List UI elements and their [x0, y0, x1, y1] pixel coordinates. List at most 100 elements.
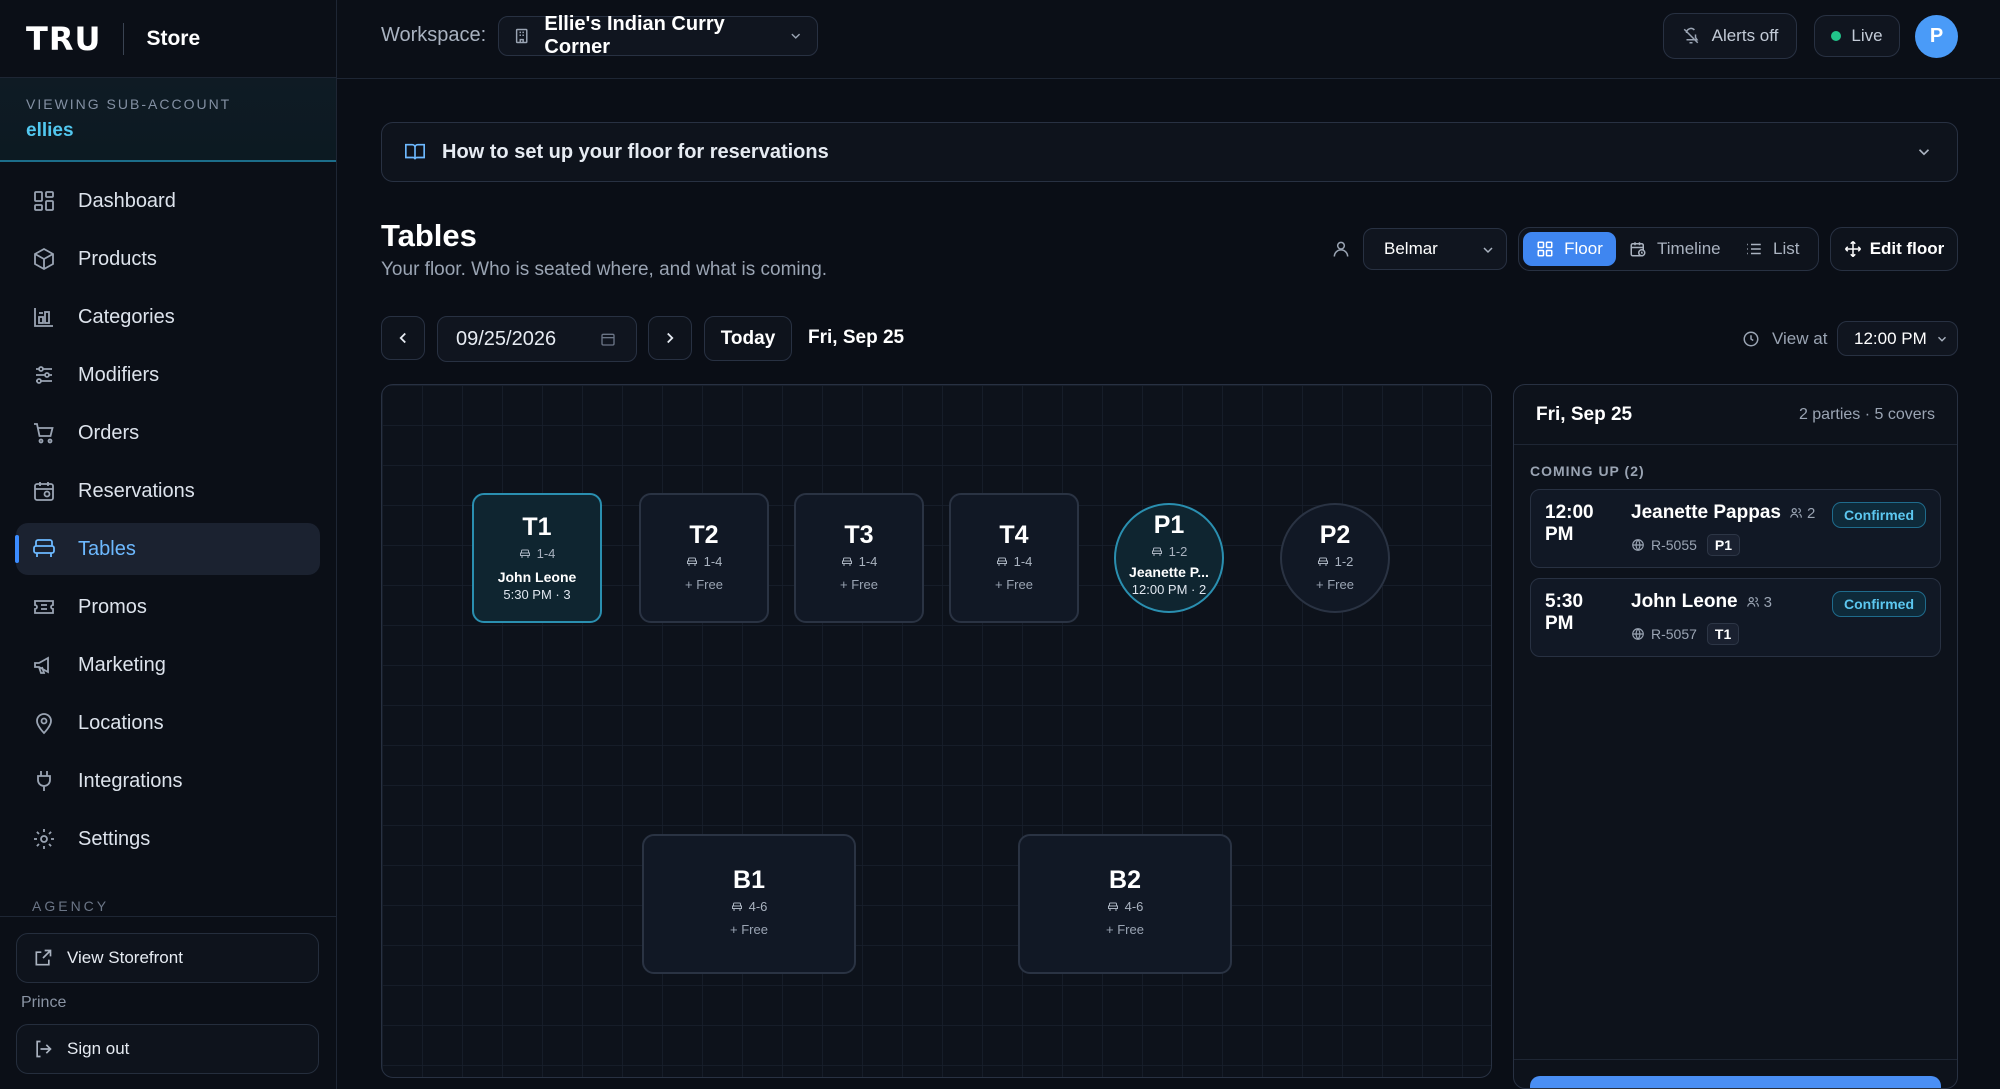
tab-list[interactable]: List — [1745, 232, 1811, 266]
seat-icon — [996, 557, 1007, 566]
calendar-icon — [34, 482, 54, 501]
guest-name: Jeanette P... — [1129, 564, 1209, 580]
box-icon — [34, 247, 54, 271]
tab-floor[interactable]: Floor — [1523, 232, 1616, 266]
sidebar-item-reservations[interactable]: Reservations — [16, 465, 320, 517]
sidebar-item-products[interactable]: Products — [16, 233, 320, 285]
live-label: Live — [1851, 26, 1883, 45]
workspace-label: Workspace: — [381, 24, 487, 46]
dashboard-icon — [34, 191, 54, 211]
grid-icon — [1537, 241, 1553, 257]
sidebar-item-label: Dashboard — [78, 189, 176, 212]
date-value: 09/25/2026 — [456, 327, 557, 350]
table-capacity: 4-6 — [1020, 899, 1230, 914]
prev-day-button[interactable] — [381, 316, 425, 360]
sidebar-item-modifiers[interactable]: Modifiers — [16, 349, 320, 401]
categories-icon — [34, 308, 53, 327]
table-name: T3 — [844, 521, 874, 549]
sidebar-item-label: Tables — [78, 537, 136, 560]
reservation-card[interactable]: 12:00 PM Jeanette Pappas 2 R-5055 P1 Con… — [1530, 489, 1941, 568]
floor-canvas[interactable]: T1 1-4 John Leone 5:30 PM · 3 T2 1-4 + F… — [381, 384, 1492, 1078]
guide-title: How to set up your floor for reservation… — [442, 140, 829, 163]
view-storefront-button[interactable]: View Storefront — [16, 933, 319, 983]
reservation-ref-row: R-5055 P1 — [1631, 534, 1741, 556]
panel-action-button[interactable] — [1530, 1076, 1941, 1088]
calendar-clock-icon — [1630, 242, 1646, 257]
edit-floor-button[interactable]: Edit floor — [1830, 227, 1958, 271]
time-value: 12:00 PM — [1854, 328, 1927, 348]
live-status-button[interactable]: Live — [1814, 15, 1900, 57]
users-icon — [1746, 597, 1759, 607]
alerts-toggle[interactable]: Alerts off — [1663, 13, 1797, 59]
table-t4[interactable]: T4 1-4 + Free — [949, 493, 1079, 623]
sidebar-item-dashboard[interactable]: Dashboard — [16, 175, 320, 227]
subaccount-name: ellies — [26, 120, 74, 141]
sidebar-item-locations[interactable]: Locations — [16, 697, 320, 749]
table-capacity: 1-2 — [1116, 544, 1222, 559]
guest-detail: 12:00 PM · 2 — [1131, 582, 1207, 597]
sign-out-button[interactable]: Sign out — [16, 1024, 319, 1074]
sidebar-item-label: Orders — [78, 421, 140, 444]
table-t2[interactable]: T2 1-4 + Free — [639, 493, 769, 623]
sidebar-item-settings[interactable]: Settings — [16, 813, 320, 865]
avatar[interactable]: P — [1915, 15, 1958, 58]
free-label: + Free — [840, 577, 878, 592]
floor-setup-guide[interactable]: How to set up your floor for reservation… — [381, 122, 1958, 182]
view-at-label: View at — [1742, 329, 1827, 349]
sidebar-item-categories[interactable]: Categories — [16, 291, 320, 343]
table-name: T2 — [689, 521, 719, 549]
sidebar-item-label: Settings — [78, 827, 151, 850]
table-tag: T1 — [1706, 623, 1740, 645]
table-b2[interactable]: B2 4-6 + Free — [1018, 834, 1232, 974]
globe-icon — [1632, 539, 1644, 551]
location-select[interactable]: Belmar — [1363, 228, 1507, 270]
sidebar-item-integrations[interactable]: Integrations — [16, 755, 320, 807]
capacity-text: 1-4 — [858, 554, 878, 569]
sidebar-item-promos[interactable]: Promos — [16, 581, 320, 633]
panel-footer — [1514, 1059, 1957, 1088]
table-p2[interactable]: P2 1-2 + Free — [1280, 503, 1390, 613]
seat-icon — [1151, 547, 1162, 556]
map-pin-icon — [36, 713, 52, 735]
seat-icon — [731, 902, 742, 911]
free-label: + Free — [685, 577, 723, 592]
seat-icon — [1107, 902, 1118, 911]
store-label: Store — [146, 26, 201, 50]
sidebar-item-tables[interactable]: Tables — [15, 523, 320, 575]
seat-icon — [841, 557, 852, 566]
table-capacity: 1-2 — [1282, 554, 1388, 569]
date-input[interactable]: 09/25/2026 — [437, 316, 637, 362]
table-t1[interactable]: T1 1-4 John Leone 5:30 PM · 3 — [472, 493, 602, 623]
today-button[interactable]: Today — [704, 316, 792, 361]
table-t3[interactable]: T3 1-4 + Free — [794, 493, 924, 623]
reservation-time: 12:00 PM — [1545, 502, 1594, 545]
table-b1[interactable]: B1 4-6 + Free — [642, 834, 856, 974]
time-select[interactable]: 12:00 PM — [1837, 321, 1958, 356]
agency-section-label: AGENCY — [32, 898, 110, 914]
free-label: + Free — [1316, 577, 1354, 592]
sidebar-nav: Dashboard Products Categories Modifiers … — [0, 162, 336, 865]
capacity-text: 1-4 — [1013, 554, 1033, 569]
next-day-button[interactable] — [648, 316, 692, 360]
tru-logo[interactable]: TRU — [26, 20, 101, 58]
edit-floor-label: Edit floor — [1869, 239, 1945, 258]
guest-name: John Leone — [1631, 591, 1738, 612]
tab-timeline[interactable]: Timeline — [1629, 232, 1729, 266]
guest-detail: 5:30 PM · 3 — [503, 587, 571, 602]
guest-name: John Leone — [497, 569, 577, 585]
capacity-text: 4-6 — [1124, 899, 1144, 914]
calendar-icon[interactable] — [600, 331, 616, 347]
sidebar-item-label: Modifiers — [78, 363, 160, 386]
capacity-text: 1-2 — [1334, 554, 1354, 569]
alerts-label: Alerts off — [1711, 26, 1779, 45]
megaphone-icon — [34, 656, 49, 674]
table-capacity: 4-6 — [644, 899, 854, 914]
table-icon — [33, 539, 55, 557]
panel-date: Fri, Sep 25 — [1536, 403, 1633, 425]
sidebar-item-marketing[interactable]: Marketing — [16, 639, 320, 691]
reservation-card[interactable]: 5:30 PM John Leone 3 R-5057 T1 Confirmed — [1530, 578, 1941, 657]
sidebar-item-orders[interactable]: Orders — [16, 407, 320, 459]
table-p1[interactable]: P1 1-2 Jeanette P... 12:00 PM · 2 — [1114, 503, 1224, 613]
chevron-down-icon — [1918, 149, 1930, 156]
workspace-selector[interactable]: Ellie's Indian Curry Corner — [498, 13, 818, 58]
